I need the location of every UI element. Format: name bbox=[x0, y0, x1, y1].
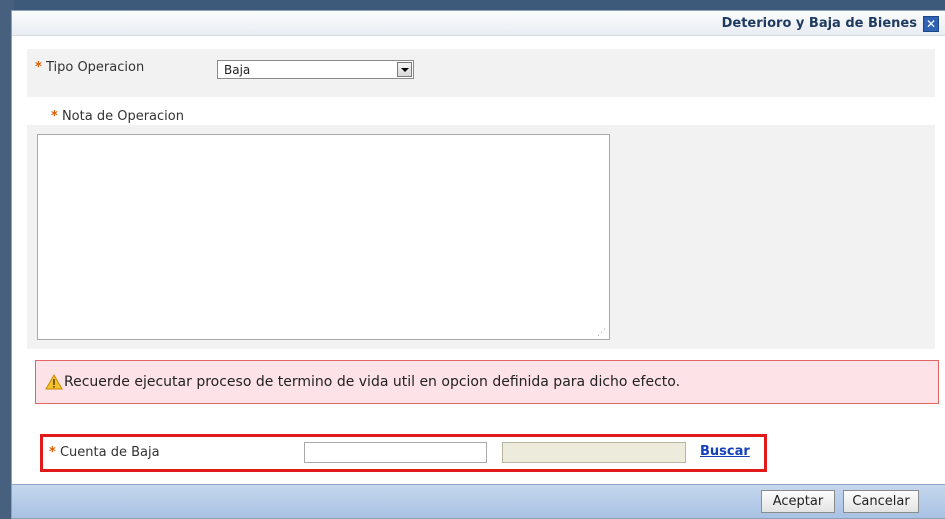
tipo-operacion-row: * Tipo Operacion Baja bbox=[27, 49, 935, 97]
warning-text: Recuerde ejecutar proceso de termino de … bbox=[64, 374, 681, 390]
required-marker: * bbox=[35, 60, 42, 75]
tipo-operacion-value: Baja bbox=[224, 63, 251, 77]
cancelar-button[interactable]: Cancelar bbox=[843, 490, 919, 513]
tipo-operacion-label: Tipo Operacion bbox=[45, 60, 145, 75]
dialog-title: Deterioro y Baja de Bienes bbox=[721, 16, 917, 31]
resize-grip-icon[interactable]: ⋰ bbox=[597, 328, 606, 338]
cuenta-baja-code-input[interactable] bbox=[304, 442, 487, 463]
warning-icon bbox=[45, 374, 63, 390]
buscar-link[interactable]: Buscar bbox=[700, 444, 750, 459]
tipo-operacion-select[interactable]: Baja bbox=[217, 60, 414, 79]
baja-bienes-dialog: Deterioro y Baja de Bienes ✕ * Tipo Oper… bbox=[11, 10, 945, 519]
nota-operacion-label: Nota de Operacion bbox=[61, 109, 184, 124]
aceptar-button[interactable]: Aceptar bbox=[761, 490, 835, 513]
warning-message: Recuerde ejecutar proceso de termino de … bbox=[35, 360, 939, 404]
tipo-operacion-label-wrap: * Tipo Operacion bbox=[35, 60, 144, 75]
nota-operacion-textarea[interactable]: ⋰ bbox=[37, 134, 610, 340]
cuenta-baja-label: Cuenta de Baja bbox=[59, 445, 160, 460]
close-icon[interactable]: ✕ bbox=[923, 16, 939, 32]
dialog-footer: Aceptar Cancelar bbox=[12, 484, 945, 518]
required-marker: * bbox=[51, 109, 58, 124]
cuenta-baja-label-wrap: * Cuenta de Baja bbox=[49, 445, 160, 460]
cuenta-baja-row: * Cuenta de Baja Buscar bbox=[40, 434, 767, 472]
nota-operacion-label-wrap: * Nota de Operacion bbox=[51, 109, 184, 124]
dialog-titlebar[interactable]: Deterioro y Baja de Bienes ✕ bbox=[12, 11, 945, 36]
required-marker: * bbox=[49, 445, 56, 460]
chevron-down-icon[interactable] bbox=[397, 62, 412, 77]
cuenta-baja-description-field bbox=[502, 442, 686, 463]
